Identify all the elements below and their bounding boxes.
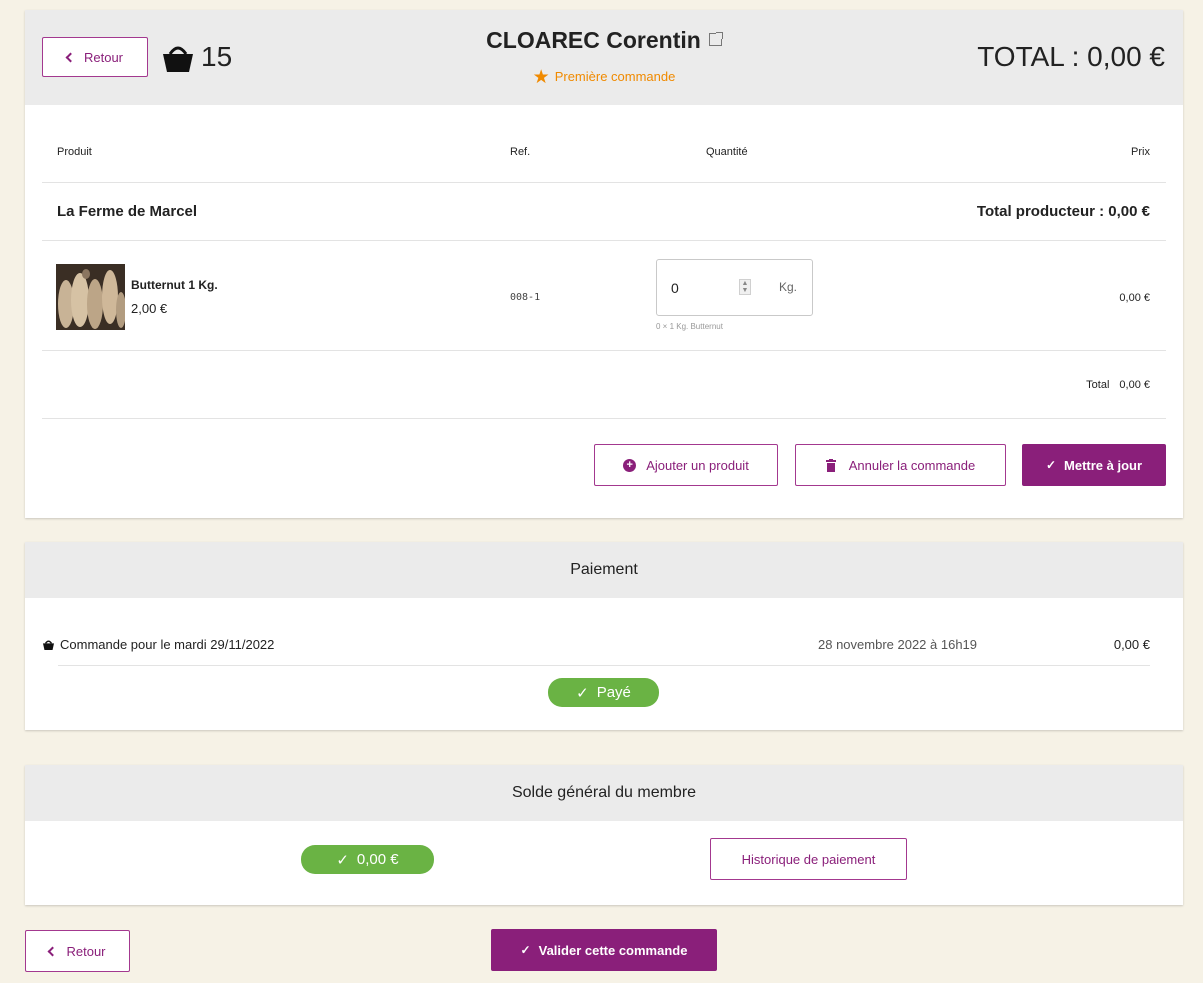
product-unit-price: 2,00 €: [131, 301, 168, 316]
line-price: 0,00 €: [1119, 292, 1150, 304]
producer-total: Total producteur : 0,00 €: [976, 203, 1150, 220]
payment-amount: 0,00 €: [1113, 637, 1150, 652]
column-header-quantity: Quantité: [706, 146, 748, 158]
check-icon: ✓: [1045, 458, 1057, 472]
order-card: Retour 15 CLOAREC Corentin ★ Première com…: [25, 10, 1183, 518]
cancel-order-label: Annuler la commande: [848, 457, 976, 473]
payment-card: Paiement Commande pour le mardi 29/11/20…: [25, 542, 1183, 730]
quantity-stepper[interactable]: 0 ▲ ▼ Kg.: [656, 259, 813, 316]
quantity-hint: 0 × 1 Kg. Butternut: [656, 322, 723, 331]
divider: [42, 418, 1166, 419]
back-button-label: Retour: [83, 49, 124, 65]
product-ref: 008-1: [510, 292, 541, 303]
balance-card: Solde général du membre ✓ 0,00 € Historiq…: [25, 765, 1183, 905]
cancel-order-button[interactable]: Annuler la commande: [795, 444, 1006, 486]
update-button[interactable]: ✓ Mettre à jour: [1022, 444, 1166, 486]
subtotal-label: Total: [1086, 379, 1110, 391]
producer-name: La Ferme de Marcel: [57, 203, 198, 220]
column-header-ref: Ref.: [510, 146, 531, 158]
update-label: Mettre à jour: [1064, 457, 1143, 473]
basket-icon: [43, 640, 54, 650]
paid-status-label: Payé: [596, 684, 631, 701]
divider: [42, 240, 1166, 241]
balance-badge: ✓ 0,00 €: [301, 845, 434, 874]
check-icon: ✓: [520, 943, 531, 957]
balance-amount: 0,00 €: [356, 851, 399, 868]
balance-header: Solde général du membre: [25, 765, 1183, 821]
order-total: TOTAL : 0,00 €: [977, 41, 1165, 72]
star-icon: ★: [532, 67, 550, 88]
validate-order-label: Valider cette commande: [538, 942, 688, 958]
payment-history-button[interactable]: Historique de paiement: [710, 838, 907, 880]
column-header-price: Prix: [1131, 146, 1150, 158]
payment-history-label: Historique de paiement: [741, 851, 876, 867]
customer-name[interactable]: CLOAREC Corentin: [395, 27, 813, 54]
check-icon: ✓: [336, 851, 349, 869]
chevron-left-icon: [48, 946, 58, 956]
check-icon: ✓: [576, 684, 589, 702]
payment-date: 28 novembre 2022 à 16h19: [818, 637, 978, 652]
back-button-top[interactable]: Retour: [42, 37, 148, 77]
validate-order-button[interactable]: ✓ Valider cette commande: [491, 929, 717, 971]
product-image: [56, 264, 125, 330]
quantity-value[interactable]: 0: [671, 280, 679, 296]
payment-header: Paiement: [25, 542, 1183, 598]
column-header-product: Produit: [57, 146, 92, 158]
chevron-left-icon: [65, 52, 76, 62]
basket-count: 15: [201, 41, 233, 72]
paid-status-badge: ✓ Payé: [548, 678, 659, 707]
order-subtotal: Total 0,00 €: [1086, 379, 1150, 391]
external-link-icon[interactable]: [708, 32, 723, 46]
divider: [42, 350, 1166, 351]
back-button-label: Retour: [66, 943, 106, 959]
product-name: Butternut 1 Kg.: [131, 278, 218, 292]
payment-description: Commande pour le mardi 29/11/2022: [42, 637, 274, 652]
first-order-badge: ★ Première commande: [395, 66, 813, 89]
subtotal-value: 0,00 €: [1119, 379, 1150, 391]
payment-description-text: Commande pour le mardi 29/11/2022: [60, 637, 275, 652]
divider: [42, 182, 1166, 183]
order-header: Retour 15 CLOAREC Corentin ★ Première com…: [25, 10, 1183, 105]
spinner-arrows-icon[interactable]: ▲ ▼: [739, 279, 751, 295]
customer-name-text: CLOAREC Corentin: [486, 27, 701, 53]
trash-icon: [825, 458, 836, 472]
back-button-bottom[interactable]: Retour: [25, 930, 130, 972]
plus-circle-icon: +: [623, 458, 637, 472]
basket-icon: [163, 46, 193, 72]
first-order-label: Première commande: [554, 69, 676, 84]
quantity-unit: Kg.: [779, 280, 798, 294]
add-product-button[interactable]: + Ajouter un produit: [594, 444, 778, 486]
add-product-label: Ajouter un produit: [646, 457, 749, 473]
divider: [58, 665, 1150, 666]
